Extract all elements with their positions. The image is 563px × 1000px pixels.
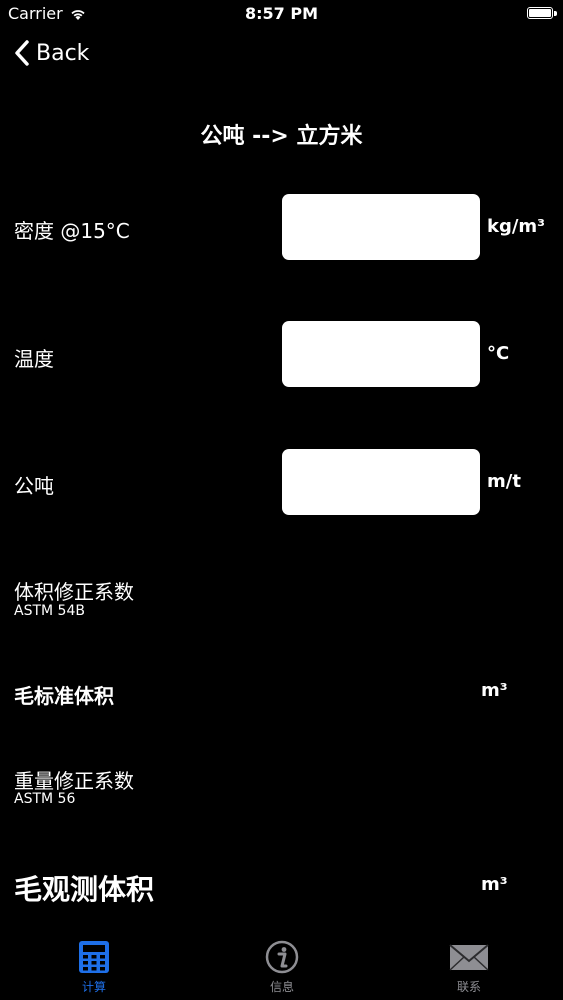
tab-info[interactable]: 信息 <box>188 940 376 1000</box>
page-title: 公吨 --> 立方米 <box>200 124 363 149</box>
battery-icon <box>527 7 553 19</box>
tab-calculate-label: 计算 <box>81 980 106 994</box>
tonnes-label: 公吨 <box>14 474 54 498</box>
tonnes-unit: m/t <box>487 471 521 492</box>
back-label: Back <box>36 40 90 66</box>
density-label: 密度 @15°C <box>14 219 130 243</box>
chevron-left-icon <box>15 40 29 66</box>
wcf-standard: ASTM 56 <box>14 791 76 807</box>
tab-contact[interactable]: 联系 <box>375 940 563 1000</box>
density-input[interactable] <box>282 194 480 260</box>
wcf-label: 重量修正系数 <box>14 769 134 793</box>
gsv-label: 毛标准体积 <box>14 684 114 708</box>
info-icon <box>265 940 299 974</box>
tab-info-label: 信息 <box>269 980 294 994</box>
gsv-unit: m³ <box>481 680 508 701</box>
gov-unit: m³ <box>481 874 508 895</box>
tonnes-input[interactable] <box>282 449 480 515</box>
tab-contact-label: 联系 <box>456 980 481 994</box>
vcf-standard: ASTM 54B <box>14 603 85 619</box>
vcf-label: 体积修正系数 <box>14 580 134 604</box>
status-time: 8:57 PM <box>244 4 318 23</box>
temperature-unit: °C <box>487 343 510 364</box>
temperature-input[interactable] <box>282 321 480 387</box>
battery-tip <box>554 11 557 16</box>
calculator-icon <box>79 941 109 973</box>
density-unit: kg/m³ <box>487 216 546 237</box>
tab-calculate[interactable]: 计算 <box>0 940 188 1000</box>
gov-label: 毛观测体积 <box>14 873 155 906</box>
temperature-label: 温度 <box>14 347 54 371</box>
back-button[interactable]: Back <box>14 40 89 66</box>
envelope-icon <box>449 944 489 971</box>
